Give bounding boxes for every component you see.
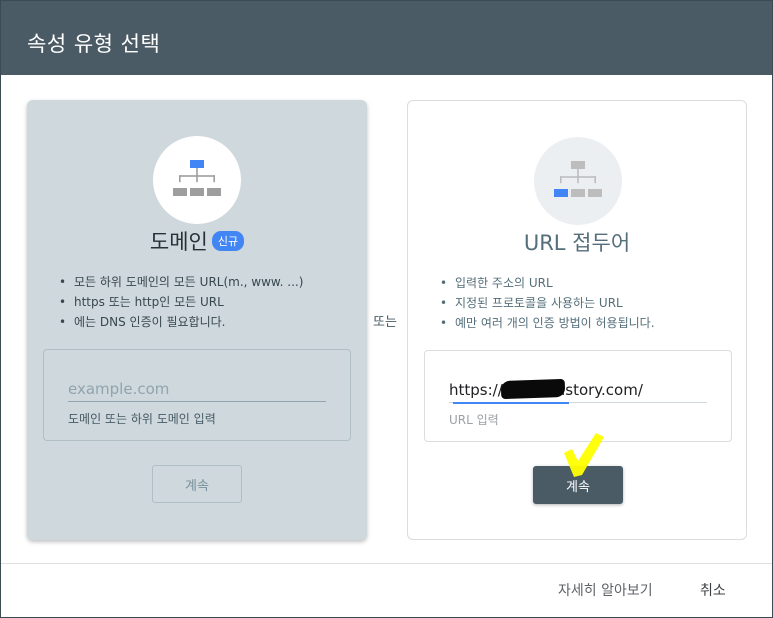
dialog-header: 속성 유형 선택 <box>1 1 772 75</box>
select-property-type-dialog: 속성 유형 선택 도메인신규 모든 하위 도메인의 모든 URL(m., www… <box>0 0 773 618</box>
highlight-mark <box>564 433 604 477</box>
list-item: 지정된 프로토콜을 사용하는 URL <box>434 293 734 313</box>
sitemap-icon <box>173 160 221 196</box>
url-input-focus-underline <box>453 402 569 404</box>
list-item: https 또는 http인 모든 URL <box>53 292 353 312</box>
url-input-help: URL 입력 <box>449 413 499 427</box>
url-feature-list: 입력한 주소의 URL 지정된 프로토콜을 사용하는 URL 예만 여러 개의 … <box>434 273 734 333</box>
domain-input-wrapper <box>68 376 326 402</box>
url-input[interactable] <box>449 377 707 402</box>
url-input-wrapper <box>449 377 707 403</box>
list-item: 모든 하위 도메인의 모든 URL(m., www. ...) <box>53 272 353 292</box>
url-prefix-property-card[interactable]: URL 접두어 입력한 주소의 URL 지정된 프로토콜을 사용하는 URL 예… <box>407 100 747 540</box>
domain-input-box: 도메인 또는 하위 도메인 입력 <box>43 349 351 441</box>
url-card-title: URL 접두어 <box>523 231 631 255</box>
domain-continue-button[interactable]: 계속 <box>152 465 242 503</box>
domain-property-card[interactable]: 도메인신규 모든 하위 도메인의 모든 URL(m., www. ...) ht… <box>27 100 367 540</box>
domain-card-title: 도메인 신규 <box>27 226 367 256</box>
dialog-title: 속성 유형 선택 <box>27 32 161 56</box>
domain-feature-list: 모든 하위 도메인의 모든 URL(m., www. ...) https 또는… <box>53 272 353 332</box>
learn-more-link[interactable]: 자세히 알아보기 <box>558 580 653 600</box>
list-item: 예만 여러 개의 인증 방법이 허용됩니다. <box>434 313 734 333</box>
sitemap-icon <box>554 161 602 197</box>
footer-divider <box>1 563 772 564</box>
redaction-mark <box>500 378 566 400</box>
domain-input-help: 도메인 또는 하위 도메인 입력 <box>68 412 216 426</box>
url-icon-circle <box>534 137 622 225</box>
domain-title-text: 도메인 <box>149 230 208 254</box>
domain-icon-circle <box>153 136 241 224</box>
list-item: 에는 DNS 인증이 필요합니다. <box>53 312 353 332</box>
cancel-button[interactable]: 취소 <box>700 580 726 600</box>
or-separator: 또는 <box>373 315 397 330</box>
list-item: 입력한 주소의 URL <box>434 273 734 293</box>
new-badge: 신규 <box>211 231 245 251</box>
domain-input[interactable] <box>68 376 326 401</box>
